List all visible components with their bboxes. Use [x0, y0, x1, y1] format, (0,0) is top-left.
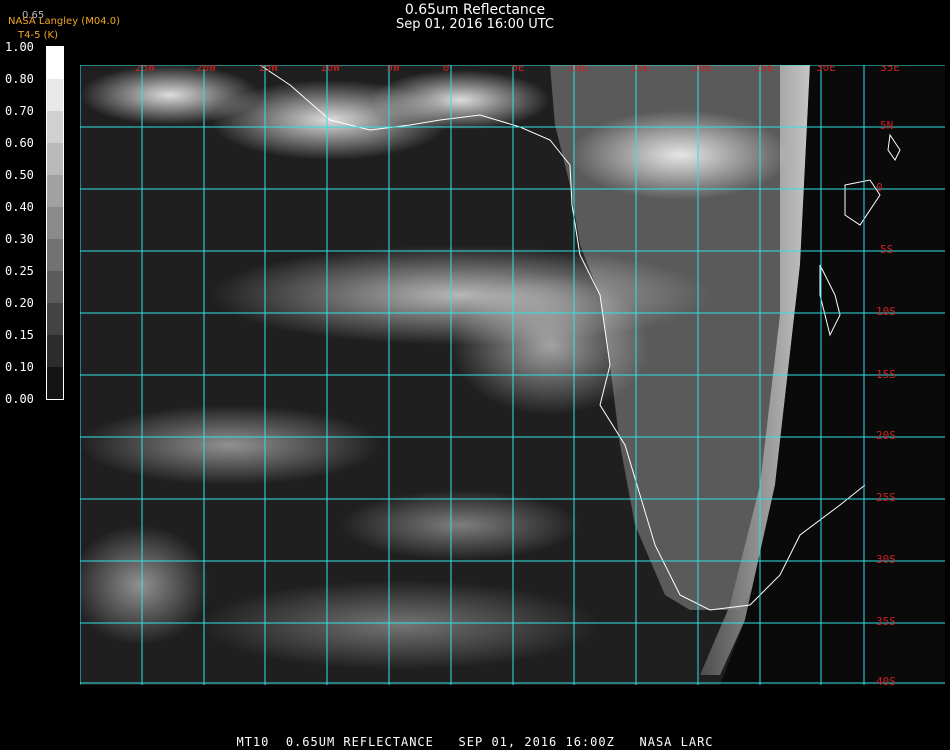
colorbar-label: 1.00 — [5, 40, 34, 54]
lon-label: 30E — [816, 65, 836, 74]
colorbar-step — [47, 143, 63, 175]
lat-label: 20S — [876, 429, 896, 442]
colorbar-label: 0.40 — [5, 200, 34, 214]
colorbar-step — [47, 239, 63, 271]
lon-label: 25E — [754, 65, 774, 74]
image-title: 0.65um Reflectance — [404, 2, 546, 18]
colorbar-label: 0.25 — [5, 264, 34, 278]
colorbar-scale — [46, 46, 64, 400]
lon-label: 35E — [880, 65, 900, 74]
colorbar-step — [47, 367, 63, 399]
footer-caption: MT10 0.65UM REFLECTANCE SEP 01, 2016 16:… — [236, 735, 714, 749]
colorbar-step — [47, 111, 63, 143]
lat-label: 25S — [876, 491, 896, 504]
lon-label: 10E — [568, 65, 588, 74]
lat-label: 15S — [876, 368, 896, 381]
lon-label: 5E — [511, 65, 524, 74]
lat-label: 5S — [880, 243, 893, 256]
colorbar-step — [47, 335, 63, 367]
lon-label: 5W — [386, 65, 400, 74]
image-timestamp: Sep 01, 2016 16:00 UTC — [395, 17, 555, 32]
colorbar-step — [47, 207, 63, 239]
colorbar-step — [47, 271, 63, 303]
lat-label: 40S — [876, 675, 896, 685]
lat-label: 5N — [880, 119, 893, 132]
lat-label: 30S — [876, 553, 896, 566]
lon-label: 15E — [630, 65, 650, 74]
lon-label: 20W — [196, 65, 216, 74]
cloud-band — [340, 490, 580, 560]
colorbar-label: 0.20 — [5, 296, 34, 310]
cloud-band — [80, 405, 380, 485]
colorbar-step — [47, 47, 63, 79]
colorbar-label: 0.10 — [5, 360, 34, 374]
colorbar-label: 0.80 — [5, 72, 34, 86]
lon-label: 20E — [692, 65, 712, 74]
lon-label: 15W — [258, 65, 278, 74]
colorbar-label: 0.15 — [5, 328, 34, 342]
stratocumulus-deck — [450, 275, 650, 415]
lon-label: 0 — [443, 65, 450, 74]
colorbar-step — [47, 303, 63, 335]
lon-label: 25W — [135, 65, 155, 74]
colorbar-label: 0.50 — [5, 168, 34, 182]
satellite-map: 25W 20W 15W 10W 5W 0 5E 10E 15E 20E 25E … — [80, 65, 945, 685]
lon-label: 10W — [320, 65, 340, 74]
cloud-band — [200, 580, 600, 670]
colorbar-label: 0.60 — [5, 136, 34, 150]
colorbar-label: 0.30 — [5, 232, 34, 246]
colorbar-step — [47, 175, 63, 207]
cloud-cluster — [370, 70, 550, 130]
colorbar-step — [47, 79, 63, 111]
lat-label: 10S — [876, 305, 896, 318]
cloud-cluster — [570, 110, 790, 200]
lat-label: 0 — [876, 181, 883, 194]
colorbar-label: 0.70 — [5, 104, 34, 118]
credit-source: NASA Langley (M04.0) — [8, 16, 120, 27]
lat-label: 35S — [876, 615, 896, 628]
colorbar-label: 0.00 — [5, 392, 34, 406]
